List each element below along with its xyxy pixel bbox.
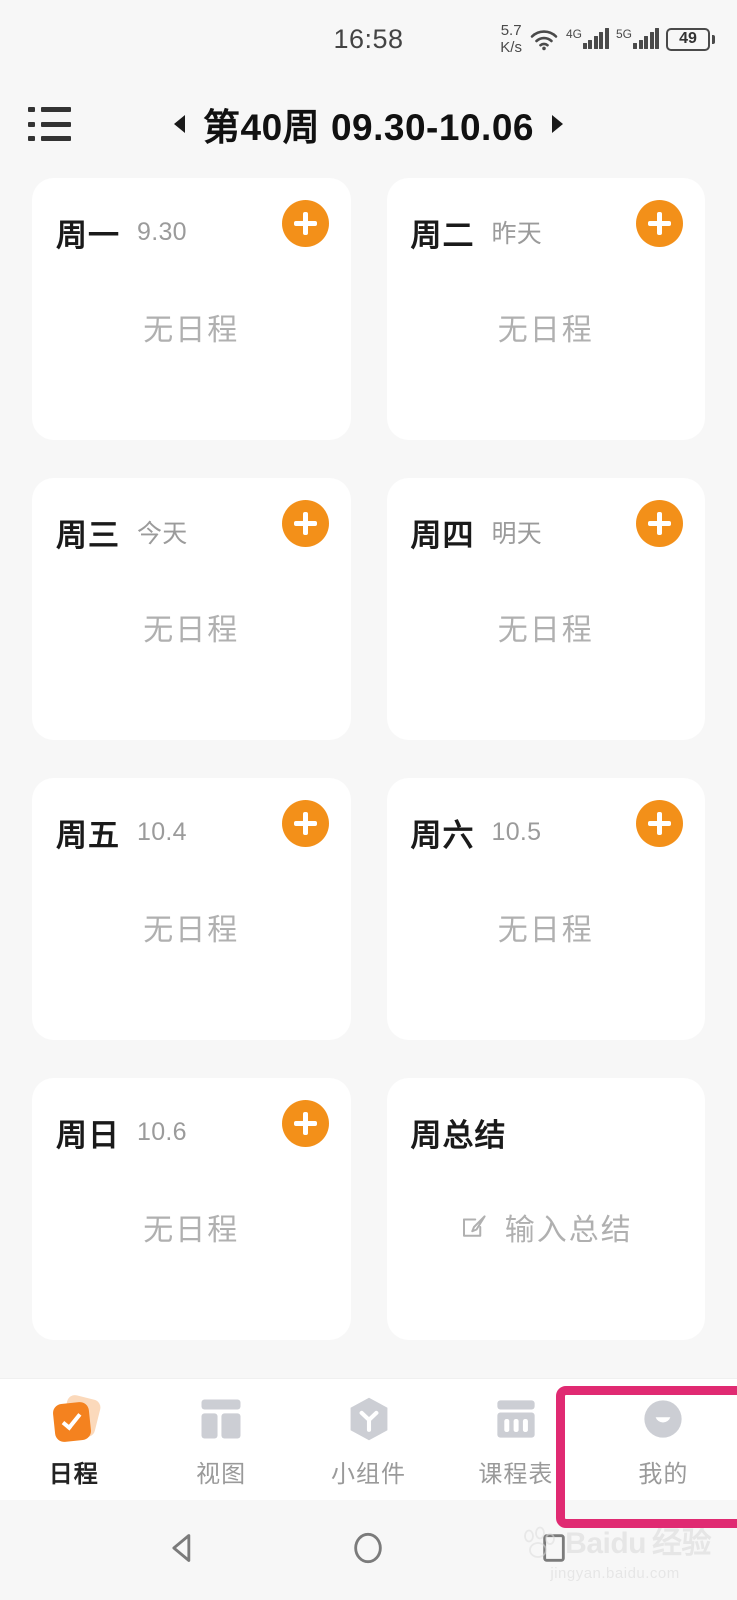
add-schedule-button[interactable]: [281, 800, 329, 847]
sim1-network-label: 4G: [565, 27, 582, 41]
day-date: 10.5: [491, 817, 542, 846]
card-body: 无日程: [56, 860, 327, 1040]
network-speed-unit: K/s: [500, 39, 522, 56]
card-body: 无日程: [56, 260, 327, 440]
day-name: 周三: [56, 517, 120, 553]
card-body: 无日程: [56, 560, 327, 740]
day-name: 周二: [410, 217, 475, 253]
day-date: 昨天: [491, 220, 543, 248]
day-name: 周四: [410, 517, 475, 553]
watermark-brand-row: Baidu 经验: [519, 1526, 712, 1562]
tab-label: 课程表: [478, 1461, 554, 1488]
weekly-summary-card[interactable]: 周总结 输入总结: [386, 1078, 705, 1340]
card-body: 无日程: [411, 860, 682, 1040]
day-card-monday[interactable]: 周一 9.30 无日程: [32, 178, 351, 440]
avatar-smile-icon: [637, 1393, 689, 1445]
day-card-saturday[interactable]: 周六 10.5 无日程: [386, 778, 705, 1040]
summary-title: 周总结: [410, 1117, 507, 1153]
tab-timetable[interactable]: 课程表: [442, 1393, 589, 1489]
day-card-thursday[interactable]: 周四 明天 无日程: [386, 478, 705, 740]
tab-mine[interactable]: 我的: [590, 1393, 737, 1489]
battery-icon: 49: [666, 27, 715, 51]
sim2-signal-icon: 5G: [615, 27, 659, 49]
circle-home-icon[interactable]: [348, 1528, 388, 1573]
tab-label: 我的: [638, 1461, 689, 1488]
empty-state-text: 无日程: [143, 914, 240, 947]
widget-hexagon-icon: [343, 1393, 395, 1445]
day-date: 10.6: [137, 1117, 187, 1146]
empty-state-text: 无日程: [497, 614, 594, 647]
layout-grid-icon: [195, 1393, 247, 1445]
baidu-watermark: Baidu 经验 jingyan.baidu.com: [519, 1526, 712, 1582]
card-header: 周总结: [411, 1104, 682, 1160]
day-date: 明天: [491, 520, 543, 548]
day-card-sunday[interactable]: 周日 10.6 无日程: [32, 1078, 351, 1340]
week-card-grid: 周一 9.30 无日程 周二 昨天 无日程 周三 今天 无日程 周四 明天 无日…: [0, 170, 737, 1378]
tab-label: 小组件: [331, 1461, 407, 1488]
timetable-icon: [490, 1393, 542, 1445]
sim2-bars: [633, 28, 659, 49]
watermark-brand: Baidu: [565, 1527, 646, 1560]
chevron-right-icon[interactable]: [551, 115, 563, 133]
add-schedule-button[interactable]: [281, 200, 329, 247]
list-view-icon[interactable]: [28, 107, 74, 141]
tab-widget[interactable]: 小组件: [295, 1393, 442, 1489]
empty-state-text: 无日程: [497, 314, 594, 347]
day-card-friday[interactable]: 周五 10.4 无日程: [32, 778, 351, 1040]
add-schedule-button[interactable]: [281, 1100, 329, 1147]
app-header: 第40周 09.30-10.06: [0, 78, 737, 170]
day-card-tuesday[interactable]: 周二 昨天 无日程: [386, 178, 705, 440]
week-navigator: 第40周 09.30-10.06: [74, 97, 663, 151]
network-speed-indicator: 5.7 K/s: [500, 22, 522, 56]
empty-state-text: 无日程: [143, 314, 240, 347]
day-date: 今天: [137, 520, 188, 548]
summary-action-label: 输入总结: [504, 1214, 633, 1247]
chevron-left-icon[interactable]: [174, 115, 186, 133]
day-name: 周日: [56, 1117, 120, 1153]
day-name: 周五: [56, 817, 120, 853]
day-date: 10.4: [137, 817, 187, 846]
triangle-back-icon[interactable]: [163, 1528, 203, 1573]
schedule-check-icon: [48, 1393, 102, 1445]
tab-label: 视图: [196, 1461, 247, 1488]
tab-schedule[interactable]: 日程: [0, 1393, 147, 1489]
empty-state-text: 无日程: [497, 914, 594, 947]
add-schedule-button[interactable]: [636, 500, 683, 547]
sim1-bars: [582, 28, 609, 49]
page-title[interactable]: 第40周 09.30-10.06: [203, 97, 534, 151]
day-name: 周一: [56, 217, 120, 253]
day-card-wednesday[interactable]: 周三 今天 无日程: [32, 478, 351, 740]
summary-action[interactable]: 输入总结: [411, 1160, 682, 1340]
empty-state-text: 无日程: [143, 614, 240, 647]
day-name: 周六: [410, 817, 475, 853]
baidu-paw-icon: [519, 1526, 559, 1562]
status-icons: 5.7 K/s 4G 5G 49: [500, 0, 715, 78]
battery-level-text: 49: [666, 27, 710, 51]
watermark-url: jingyan.baidu.com: [550, 1565, 680, 1582]
add-schedule-button[interactable]: [281, 500, 329, 547]
add-schedule-button[interactable]: [636, 200, 683, 247]
day-date: 9.30: [137, 217, 187, 246]
bottom-tab-bar: 日程 视图 小组件 课程表 我的: [0, 1378, 737, 1500]
sim2-network-label: 5G: [615, 27, 632, 41]
watermark-brand-cn: 经验: [652, 1527, 712, 1560]
card-body: 无日程: [411, 560, 682, 740]
tab-view[interactable]: 视图: [147, 1393, 294, 1489]
add-schedule-button[interactable]: [636, 800, 683, 847]
sim1-signal-icon: 4G: [565, 27, 609, 49]
status-clock: 16:58: [333, 23, 404, 54]
wifi-icon: [529, 27, 559, 51]
network-speed-value: 5.7: [500, 22, 522, 39]
empty-state-text: 无日程: [143, 1214, 240, 1247]
battery-cap: [712, 34, 715, 44]
tab-label: 日程: [48, 1461, 99, 1488]
card-body: 无日程: [56, 1160, 327, 1340]
status-bar: 16:58 5.7 K/s 4G 5G 49: [0, 0, 737, 78]
edit-square-icon: [459, 1212, 489, 1242]
phone-screen: 16:58 5.7 K/s 4G 5G 49 第40周 09.30-10.06 …: [0, 0, 737, 1600]
card-body: 无日程: [411, 260, 682, 440]
